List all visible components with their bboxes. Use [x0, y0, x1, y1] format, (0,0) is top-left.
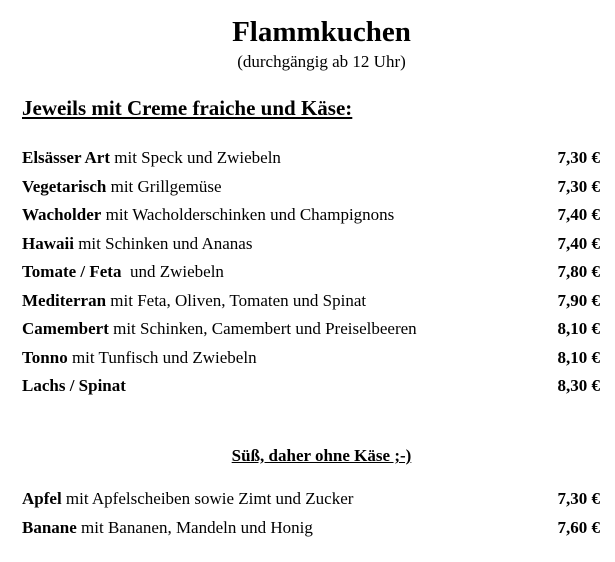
menu-item: Apfel mit Apfelscheiben sowie Zimt und Z…: [22, 485, 600, 514]
item-price: 8,30 €: [557, 376, 601, 395]
menu-item: Vegetarisch mit Grillgemüse 7,30 €: [22, 173, 600, 202]
item-description: mit Feta, Oliven, Tomaten und Spinat: [106, 290, 367, 310]
menu-item: Tonno mit Tunfisch und Zwiebeln 8,10 €: [22, 344, 600, 373]
menu-page: Flammkuchen (durchgängig ab 12 Uhr) Jewe…: [0, 0, 615, 562]
item-name: Lachs / Spinat: [22, 376, 126, 395]
item-price: 7,90 €: [557, 290, 601, 310]
item-price: 7,30 €: [557, 176, 601, 196]
menu-item: Banane mit Bananen, Mandeln und Honig 7,…: [22, 514, 600, 543]
section-heading-savory: Jeweils mit Creme fraiche und Käse:: [22, 96, 353, 120]
item-name: Hawaii: [22, 233, 74, 253]
item-price: 7,40 €: [557, 233, 601, 253]
item-price: 7,60 €: [557, 517, 601, 537]
item-price: 7,30 €: [557, 489, 601, 508]
menu-item: Elsässer Art mit Speck und Zwiebeln 7,30…: [22, 144, 600, 173]
item-description: mit Bananen, Mandeln und Honig: [76, 517, 313, 537]
item-description: mit Speck und Zwiebeln: [110, 148, 281, 167]
menu-list-sweet: Apfel mit Apfelscheiben sowie Zimt und Z…: [22, 485, 600, 542]
item-name: Mediterran: [22, 290, 107, 310]
item-price: 7,80 €: [557, 262, 601, 281]
item-price: 7,40 €: [557, 205, 601, 224]
menu-list-savory: Elsässer Art mit Speck und Zwiebeln 7,30…: [22, 144, 600, 401]
item-price: 8,10 €: [557, 347, 601, 367]
item-description: mit Apfelscheiben sowie Zimt und Zucker: [61, 489, 354, 508]
page-title: Flammkuchen: [232, 16, 411, 48]
menu-item: Hawaii mit Schinken und Ananas 7,40 €: [22, 230, 600, 259]
item-name: Banane: [22, 517, 77, 537]
item-name: Tonno: [22, 347, 68, 367]
item-description: mit Schinken und Ananas: [73, 233, 253, 253]
item-description: und Zwiebeln: [121, 262, 224, 281]
menu-item: Camembert mit Schinken, Camembert und Pr…: [22, 315, 600, 344]
item-price: 7,30 €: [557, 148, 601, 167]
item-name: Camembert: [22, 319, 109, 338]
item-name: Vegetarisch: [22, 176, 107, 196]
item-description: mit Schinken, Camembert und Preiselbeere…: [108, 319, 417, 338]
menu-item: Tomate / Feta und Zwiebeln 7,80 €: [22, 258, 600, 287]
item-name: Tomate / Feta: [22, 262, 122, 281]
item-name: Elsässer Art: [22, 148, 110, 167]
item-name: Apfel: [22, 489, 62, 508]
menu-item: Wacholder mit Wacholderschinken und Cham…: [22, 201, 600, 230]
section-heading-sweet: Süß, daher ohne Käse ;-): [231, 446, 412, 465]
menu-item: Mediterran mit Feta, Oliven, Tomaten und…: [22, 287, 600, 316]
item-price: 8,10 €: [557, 319, 601, 338]
item-description: mit Tunfisch und Zwiebeln: [67, 347, 257, 367]
menu-item: Lachs / Spinat 8,30 €: [22, 372, 600, 401]
page-subtitle: (durchgängig ab 12 Uhr): [237, 52, 406, 71]
item-description: mit Grillgemüse: [106, 176, 222, 196]
item-name: Wacholder: [22, 205, 102, 224]
item-description: mit Wacholderschinken und Champignons: [101, 205, 395, 224]
